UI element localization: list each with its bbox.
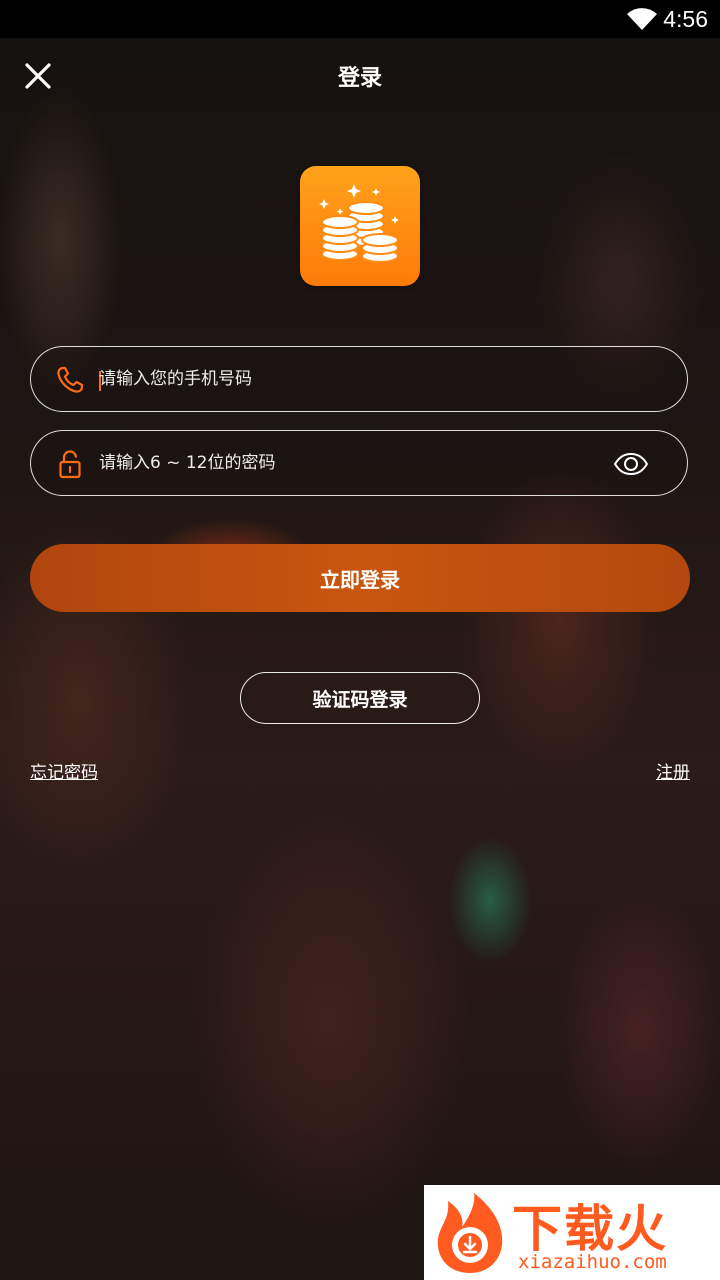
coins-icon — [319, 184, 399, 263]
login-button[interactable]: 立即登录 — [30, 544, 690, 612]
watermark: 下载火 xiazaihuo.com — [424, 1185, 720, 1280]
phone-input[interactable] — [99, 347, 599, 411]
watermark-subtitle: xiazaihuo.com — [518, 1251, 667, 1273]
register-link[interactable]: 注册 — [656, 758, 690, 783]
login-screen: 4:56 登录 请输入您的手机号码 立即登录 验证码登录 忘记密码 注册 下载火… — [0, 0, 720, 1280]
eye-icon[interactable] — [613, 449, 649, 479]
code-login-button[interactable]: 验证码登录 — [240, 672, 480, 724]
status-bar: 4:56 — [0, 0, 720, 38]
password-field[interactable] — [30, 430, 688, 496]
status-time: 4:56 — [663, 6, 708, 32]
flame-logo-icon — [437, 1193, 503, 1273]
wifi-icon — [627, 8, 657, 31]
phone-icon — [57, 366, 84, 393]
password-input[interactable] — [99, 431, 599, 495]
lock-icon — [59, 450, 81, 479]
page-title: 登录 — [337, 66, 382, 91]
forgot-password-link[interactable]: 忘记密码 — [30, 758, 98, 783]
phone-field[interactable] — [30, 346, 688, 412]
app-logo — [300, 166, 420, 286]
